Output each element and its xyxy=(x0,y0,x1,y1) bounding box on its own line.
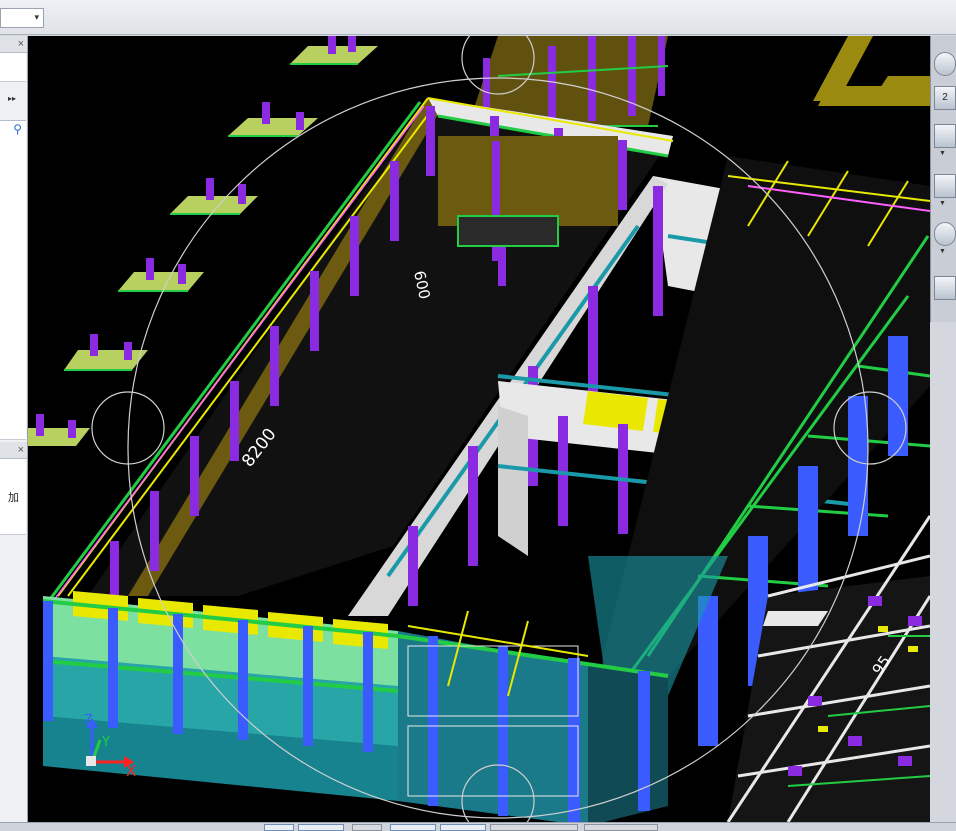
close-icon[interactable]: × xyxy=(18,443,24,457)
axis-z-label: Z xyxy=(84,713,93,728)
chevron-down-icon: ▾ xyxy=(34,12,39,22)
view-cube-icon[interactable] xyxy=(934,174,956,198)
roof-frame-olive xyxy=(813,36,930,106)
chevron-down-icon[interactable]: ▼ xyxy=(939,150,946,157)
view-select[interactable]: ▾ xyxy=(0,8,44,28)
panel-header: × xyxy=(0,36,27,53)
view-toolbar: 2 ▼ ▼ ▼ xyxy=(930,36,956,322)
chevron-down-icon[interactable]: ▼ xyxy=(939,200,946,207)
panel-area xyxy=(0,53,26,82)
close-icon[interactable]: × xyxy=(18,37,24,51)
view-2d-label: 2 xyxy=(942,92,948,103)
view-cube-front-icon[interactable] xyxy=(934,124,956,148)
property-label: 加 xyxy=(8,492,19,504)
view-2d-button[interactable]: 2 xyxy=(934,86,956,110)
orbit-icon[interactable] xyxy=(934,52,956,76)
search-icon[interactable]: ⚲ xyxy=(13,122,22,136)
front-facade xyxy=(42,591,669,822)
property-list: 加 xyxy=(0,459,26,535)
top-toolbar: ▾ xyxy=(0,0,956,35)
axis-y-label: Y xyxy=(101,735,110,750)
search-field[interactable]: ⚲ xyxy=(0,120,26,140)
display-settings-icon[interactable] xyxy=(934,276,956,300)
panel-header-2: × xyxy=(0,442,27,459)
chevron-down-icon[interactable]: ▼ xyxy=(939,248,946,255)
3d-viewport[interactable]: 8200 600 95 X Y Z xyxy=(28,36,930,822)
left-dock-panel: × ▸▸ ⚲ × 加 xyxy=(0,36,28,822)
expand-icon[interactable]: ▸▸ xyxy=(8,94,16,103)
axis-x-label: X xyxy=(126,762,136,780)
model-canvas[interactable]: 8200 600 95 X Y Z xyxy=(28,36,930,822)
rotate-icon[interactable] xyxy=(934,222,956,246)
tree-list xyxy=(0,139,26,440)
